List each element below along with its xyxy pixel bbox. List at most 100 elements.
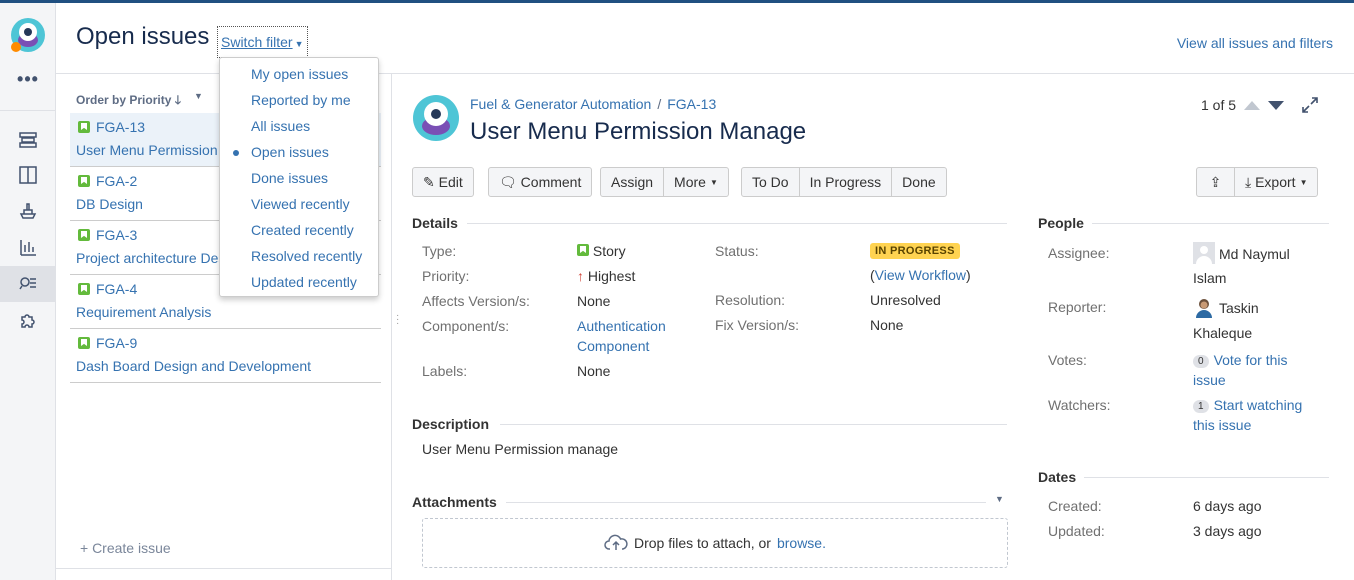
description-text[interactable]: User Menu Permission manage <box>422 441 618 457</box>
filter-reported-by-me[interactable]: Reported by me <box>220 87 378 113</box>
assignee-label: Assignee: <box>1048 245 1110 261</box>
votes-value: 0 Vote for this <box>1193 352 1288 368</box>
reporter-label: Reporter: <box>1048 299 1107 315</box>
start-watching-link-line2[interactable]: this issue <box>1193 417 1251 433</box>
start-watching-link[interactable]: Start watching <box>1214 397 1303 413</box>
story-icon <box>78 229 90 241</box>
to-do-button[interactable]: To Do <box>742 168 800 196</box>
resize-handle[interactable]: · · · <box>396 311 399 329</box>
filter-updated-recently[interactable]: Updated recently <box>220 269 378 295</box>
vote-link[interactable]: Vote for this <box>1214 352 1288 368</box>
previous-issue-icon[interactable] <box>1244 100 1261 110</box>
filter-viewed-recently[interactable]: Viewed recently <box>220 191 378 217</box>
order-dropdown-icon[interactable]: ▼ <box>194 91 203 101</box>
priority-value: ↑ Highest <box>577 268 635 284</box>
issue-key: FGA-9 <box>96 335 138 351</box>
browse-link[interactable]: browse. <box>777 535 826 551</box>
component-link-line2[interactable]: Component <box>577 338 649 354</box>
priority-label: Priority: <box>422 268 470 284</box>
watchers-value: 1 Start watching <box>1193 397 1302 413</box>
share-icon[interactable]: ⇪ <box>1197 168 1235 196</box>
filter-my-open-issues[interactable]: My open issues <box>220 61 378 87</box>
attachments-options-icon[interactable]: ▼ <box>995 494 1004 504</box>
create-issue-link[interactable]: + Create issue <box>80 540 171 556</box>
list-item[interactable]: FGA-9 Dash Board Design and Development <box>70 329 381 383</box>
votes-count: 0 <box>1193 355 1209 368</box>
filter-created-recently[interactable]: Created recently <box>220 217 378 243</box>
filter-open-issues[interactable]: Open issues <box>220 139 378 165</box>
people-heading: People <box>1038 215 1084 231</box>
pencil-icon: ✎ <box>423 174 435 190</box>
priority-text: Highest <box>587 268 636 284</box>
attachment-dropzone[interactable]: Drop files to attach, or browse. <box>422 518 1008 568</box>
breadcrumb: Fuel & Generator Automation / FGA-13 <box>470 96 717 112</box>
arrow-down-icon: 🡓 <box>174 93 181 107</box>
reporter-value[interactable]: Taskin <box>1193 296 1259 318</box>
component-label: Component/s: <box>422 318 510 334</box>
created-label: Created: <box>1048 498 1102 514</box>
more-icon[interactable]: ••• <box>14 69 42 90</box>
story-icon <box>78 283 90 295</box>
view-all-issues-link[interactable]: View all issues and filters <box>1177 35 1333 51</box>
type-value: Story <box>577 243 626 259</box>
type-text: Story <box>592 243 626 259</box>
attachments-heading: Attachments <box>412 494 497 510</box>
view-workflow-link[interactable]: View Workflow <box>875 267 966 283</box>
filter-done-issues[interactable]: Done issues <box>220 165 378 191</box>
assignee-name: Md Naymul <box>1219 246 1290 262</box>
chevron-down-icon: ▼ <box>1299 178 1308 188</box>
top-accent-bar <box>0 0 1354 3</box>
edit-button[interactable]: ✎ Edit <box>412 167 474 197</box>
backlog-icon[interactable] <box>16 128 40 152</box>
labels-label: Labels: <box>422 363 468 379</box>
filter-resolved-recently[interactable]: Resolved recently <box>220 243 378 269</box>
done-button[interactable]: Done <box>892 168 945 196</box>
expand-icon[interactable] <box>1301 96 1319 114</box>
next-issue-icon[interactable] <box>1268 100 1285 110</box>
filter-all-issues[interactable]: All issues <box>220 113 378 139</box>
board-icon[interactable] <box>16 163 40 187</box>
issue-summary: Dash Board Design and Development <box>76 358 312 374</box>
more-button[interactable]: More ▼ <box>664 168 728 196</box>
updated-label: Updated: <box>1048 523 1105 539</box>
comment-icon: 🗨 <box>499 174 517 190</box>
affects-version-label: Affects Version/s: <box>422 293 530 309</box>
workflow-group: To Do In Progress Done <box>741 167 947 197</box>
labels-value: None <box>577 363 611 379</box>
issues-icon[interactable] <box>0 266 56 302</box>
created-value: 6 days ago <box>1193 498 1262 514</box>
issue-pager: 1 of 5 <box>1201 97 1285 113</box>
order-by-button[interactable]: Order by Priority 🡓 <box>76 91 181 112</box>
assign-button[interactable]: Assign <box>601 168 665 196</box>
comment-label: Comment <box>520 174 582 190</box>
watchers-count: 1 <box>1193 400 1209 413</box>
project-avatar-icon[interactable] <box>10 17 46 53</box>
filter-dropdown-menu: My open issues Reported by me All issues… <box>219 57 379 297</box>
assign-more-group: Assign More ▼ <box>600 167 729 197</box>
story-icon <box>78 121 90 133</box>
watchers-label: Watchers: <box>1048 397 1111 413</box>
add-ons-icon[interactable] <box>16 308 40 332</box>
more-label: More <box>674 174 706 190</box>
vote-link-line2[interactable]: issue <box>1193 372 1226 388</box>
dates-divider <box>1084 477 1329 478</box>
assignee-value[interactable]: Md Naymul <box>1193 242 1290 264</box>
issue-key-link[interactable]: FGA-13 <box>667 96 716 112</box>
reporter-name: Taskin <box>1219 300 1259 316</box>
project-link[interactable]: Fuel & Generator Automation <box>470 96 651 112</box>
export-button[interactable]: ⤓ Export ▼ <box>1235 168 1317 196</box>
in-progress-button[interactable]: In Progress <box>800 168 893 196</box>
arrow-up-icon: ↑ <box>577 268 584 284</box>
reports-icon[interactable] <box>16 235 40 259</box>
issue-key: FGA-2 <box>96 173 138 189</box>
comment-button[interactable]: 🗨 Comment <box>488 167 593 197</box>
component-link[interactable]: Authentication <box>577 318 666 334</box>
issue-summary: Requirement Analysis <box>76 304 212 320</box>
export-icon: ⤓ <box>1245 174 1252 190</box>
releases-icon[interactable] <box>16 198 40 222</box>
details-divider <box>467 223 1007 224</box>
switch-filter-label: Switch filter <box>221 34 293 50</box>
export-label: Export <box>1255 174 1296 190</box>
details-heading: Details <box>412 215 458 231</box>
switch-filter-button[interactable]: Switch filter ▼ <box>217 26 308 58</box>
